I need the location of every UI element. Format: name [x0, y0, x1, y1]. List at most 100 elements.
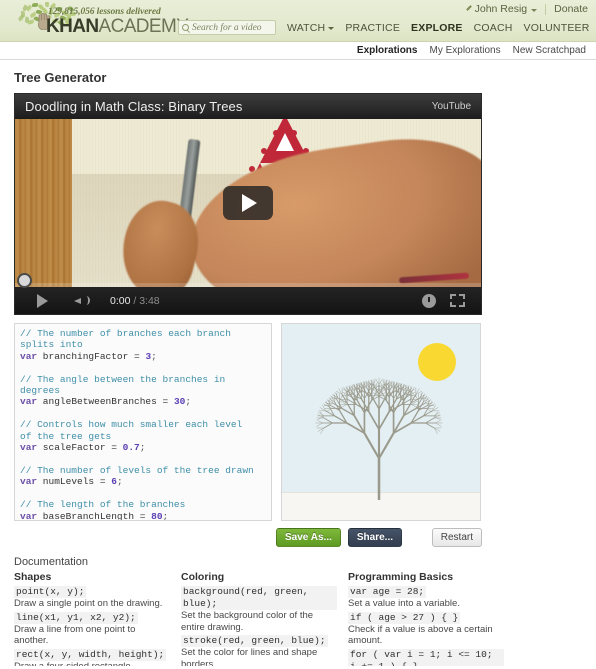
video-title-bar: Doodling in Math Class: Binary Trees You…: [15, 94, 481, 119]
search-placeholder: Search for a video: [192, 22, 262, 33]
user-name-label: John Resig: [474, 3, 528, 15]
code-identifier: branchingFactor =: [37, 350, 146, 362]
share-button[interactable]: Share...: [347, 528, 403, 547]
code-punctuation: ;: [139, 442, 146, 454]
fullscreen-icon[interactable]: [450, 294, 465, 307]
restart-button[interactable]: Restart: [431, 528, 482, 547]
main-nav: Search for a video WATCH PRACTICE EXPLOR…: [178, 20, 596, 35]
play-button[interactable]: [37, 293, 48, 308]
scrubber-handle[interactable]: [17, 273, 32, 288]
clock-icon[interactable]: [422, 293, 436, 308]
documentation-description: Draw a single point on the drawing.: [14, 598, 163, 609]
code-editor[interactable]: // The number of branches each branch spl…: [14, 323, 272, 521]
documentation-entry: stroke(red, green, blue);: [181, 634, 337, 647]
documentation-description: Set the background color of the entire d…: [181, 610, 314, 633]
nav-item-explore[interactable]: EXPLORE: [411, 22, 463, 34]
documentation-code-snippet[interactable]: if ( age > 27 ) { }: [348, 611, 461, 624]
volume-icon[interactable]: [74, 294, 92, 308]
nav-item-coach[interactable]: COACH: [474, 22, 513, 34]
play-overlay-button[interactable]: [223, 186, 273, 220]
nav-item-watch[interactable]: WATCH: [287, 22, 335, 34]
video-thumbnail[interactable]: [15, 119, 481, 287]
subnav-item-explorations[interactable]: Explorations: [357, 45, 418, 56]
play-icon: [242, 194, 257, 212]
code-keyword: var: [20, 350, 38, 362]
documentation-code-snippet[interactable]: background(red, green, blue);: [181, 586, 337, 610]
donate-link[interactable]: Donate: [554, 3, 588, 15]
documentation-column: Coloring background(red, green, blue); Set…: [181, 571, 337, 666]
documentation-code-snippet[interactable]: var age = 28;: [348, 586, 427, 598]
khan-academy-logo[interactable]: 129,815,056 lessons delivered KHANACADEM…: [8, 2, 189, 40]
progress-scrubber[interactable]: [15, 273, 481, 288]
code-punctuation: ;: [162, 510, 169, 521]
code-comment: degrees: [20, 385, 60, 397]
documentation-description: Check if a value is above a certain amou…: [348, 623, 493, 647]
documentation-description: Set a value into a variable.: [348, 598, 460, 609]
documentation-description: Draw a four-sided rectangle.: [14, 660, 134, 667]
documentation-code-snippet[interactable]: point(x, y);: [14, 586, 87, 598]
code-number: 80: [151, 510, 163, 521]
video-player[interactable]: Doodling in Math Class: Binary Trees You…: [14, 93, 482, 315]
documentation-description: Draw a line from one point to another.: [14, 623, 136, 647]
code-line: var baseBranchLength = 80;: [20, 510, 266, 521]
pencil-icon: [466, 6, 473, 13]
code-line: // Controls how much smaller each level: [20, 419, 266, 430]
logo-academy-text: ACADEMY: [98, 16, 189, 37]
time-display: 0:00 / 3:48: [110, 295, 160, 307]
code-line: var numLevels = 6;: [20, 476, 266, 487]
documentation-code-snippet[interactable]: for ( var i = 1; i <= 10; i += 1 ) { }: [348, 648, 504, 666]
output-canvas[interactable]: [281, 323, 481, 521]
code-comment: // The number of branches each branch: [20, 328, 231, 339]
leaf-shape: [18, 14, 25, 22]
documentation-entry: background(red, green, blue);: [181, 585, 337, 610]
video-controls-bar: 0:00 / 3:48: [15, 273, 481, 314]
chevron-down-icon: [531, 8, 538, 12]
documentation-heading: Shapes: [14, 571, 52, 583]
sub-nav: Explorations My Explorations New Scratch…: [0, 42, 596, 60]
code-identifier: angleBetweenBranches =: [37, 396, 174, 408]
documentation-entry: var age = 28;: [348, 585, 504, 598]
user-bar: John Resig Donate: [466, 3, 588, 15]
subnav-item-new-scratchpad[interactable]: New Scratchpad: [513, 45, 586, 56]
user-menu[interactable]: John Resig: [466, 3, 538, 15]
code-punctuation: ;: [151, 350, 157, 362]
documentation-entry: for ( var i = 1; i <= 10; i += 1 ) { }: [348, 648, 504, 666]
total-time: 3:48: [139, 294, 160, 307]
code-punctuation: ;: [185, 396, 192, 408]
code-comment: // The length of the branches: [20, 499, 186, 511]
search-input[interactable]: Search for a video: [178, 20, 276, 35]
code-number: 30: [173, 396, 186, 408]
site-header: 129,815,056 lessons delivered KHANACADEM…: [0, 0, 596, 42]
logo-khan-text: KHAN: [46, 16, 99, 37]
divider: [545, 3, 547, 15]
save-as-button[interactable]: Save As...: [276, 528, 341, 547]
documentation-columns: Shapes point(x, y); Draw a single point on…: [14, 571, 582, 666]
code-line: // The number of levels of the tree draw…: [20, 465, 266, 476]
leaf-shape: [27, 19, 35, 25]
time-separator: /: [130, 294, 140, 307]
documentation-entry: rect(x, y, width, height);: [14, 648, 170, 661]
documentation-code-snippet[interactable]: line(x1, y1, x2, y2);: [14, 611, 138, 624]
code-identifier: scaleFactor =: [37, 442, 123, 454]
documentation-entry: if ( age > 27 ) { }: [348, 611, 504, 624]
documentation-column: Shapes point(x, y); Draw a single point on…: [14, 571, 170, 666]
documentation-description: Set the color for lines and shape border…: [181, 647, 318, 666]
current-time: 0:00: [110, 294, 131, 307]
code-identifier: numLevels =: [37, 476, 112, 488]
subnav-item-my-explorations[interactable]: My Explorations: [429, 45, 500, 56]
code-line: degrees: [20, 385, 266, 396]
nav-item-volunteer[interactable]: VOLUNTEER: [524, 22, 590, 34]
nav-item-practice[interactable]: PRACTICE: [345, 22, 400, 34]
code-line: var scaleFactor = 0.7;: [20, 442, 266, 453]
action-buttons: Save As... Share... Restart: [14, 528, 482, 547]
documentation-code-snippet[interactable]: rect(x, y, width, height);: [14, 648, 167, 661]
code-comment: // The number of levels of the tree draw…: [20, 464, 254, 476]
code-comment: of the tree gets: [20, 430, 112, 442]
documentation-code-snippet[interactable]: stroke(red, green, blue);: [181, 635, 328, 647]
documentation-entry: point(x, y);: [14, 585, 170, 598]
code-keyword: var: [20, 442, 38, 454]
code-identifier: baseBranchLength =: [37, 510, 152, 521]
